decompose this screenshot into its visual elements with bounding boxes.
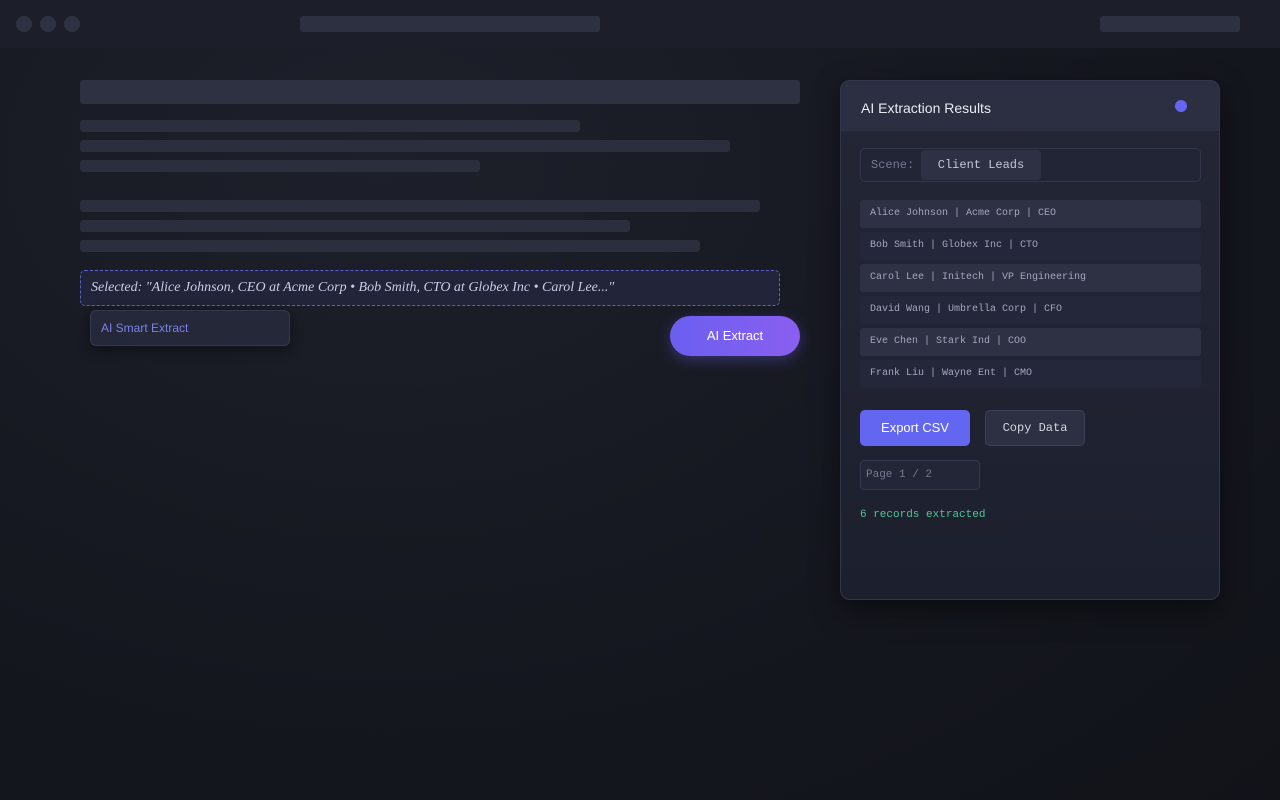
panel-title: AI Extraction Results bbox=[861, 100, 991, 116]
page-indicator[interactable]: Page 1 / 2 bbox=[860, 460, 980, 490]
text-line-placeholder bbox=[80, 140, 730, 152]
window-maximize-icon[interactable] bbox=[64, 16, 80, 32]
toolbar-placeholder bbox=[1100, 16, 1240, 32]
records-list: Alice Johnson | Acme Corp | CEO Bob Smit… bbox=[860, 200, 1201, 392]
text-line-placeholder bbox=[80, 240, 700, 252]
scene-value-chip[interactable]: Client Leads bbox=[921, 150, 1041, 180]
copy-data-button[interactable]: Copy Data bbox=[985, 410, 1085, 446]
text-line-placeholder bbox=[80, 160, 480, 172]
scene-label: Scene: bbox=[871, 158, 915, 172]
records-count-status: 6 records extracted bbox=[860, 509, 986, 521]
list-item[interactable]: David Wang | Umbrella Corp | CFO bbox=[860, 296, 1201, 324]
list-item[interactable]: Frank Liu | Wayne Ent | CMO bbox=[860, 360, 1201, 388]
status-indicator-icon bbox=[1175, 100, 1187, 112]
browser-toolbar bbox=[0, 0, 1280, 48]
ai-extraction-results-panel: AI Extraction Results Scene: Client Lead… bbox=[840, 80, 1220, 600]
export-csv-button[interactable]: Export CSV bbox=[860, 410, 970, 446]
list-item[interactable]: Bob Smith | Globex Inc | CTO bbox=[860, 232, 1201, 260]
address-bar[interactable] bbox=[300, 16, 600, 32]
ai-extract-button[interactable]: AI Extract bbox=[670, 316, 800, 356]
selected-text-highlight[interactable]: Selected: "Alice Johnson, CEO at Acme Co… bbox=[80, 270, 780, 306]
text-line-placeholder bbox=[80, 220, 630, 232]
ai-smart-extract-menu-item[interactable]: AI Smart Extract bbox=[90, 310, 290, 346]
text-line-placeholder bbox=[80, 120, 580, 132]
list-item[interactable]: Carol Lee | Initech | VP Engineering bbox=[860, 264, 1201, 292]
panel-header: AI Extraction Results bbox=[841, 81, 1219, 131]
list-item[interactable]: Alice Johnson | Acme Corp | CEO bbox=[860, 200, 1201, 228]
list-item[interactable]: Eve Chen | Stark Ind | COO bbox=[860, 328, 1201, 356]
window-close-icon[interactable] bbox=[16, 16, 32, 32]
scene-selector[interactable]: Scene: Client Leads bbox=[860, 148, 1201, 182]
document-title-placeholder bbox=[80, 80, 800, 104]
window-minimize-icon[interactable] bbox=[40, 16, 56, 32]
text-line-placeholder bbox=[80, 200, 760, 212]
